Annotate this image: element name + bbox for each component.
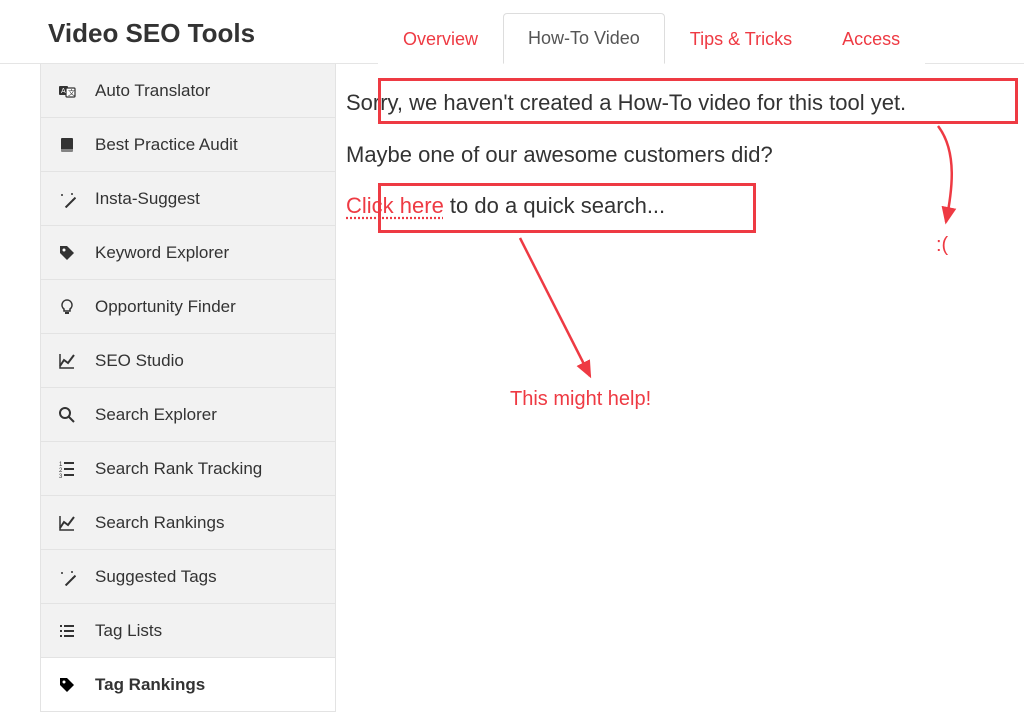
tab-access[interactable]: Access (817, 14, 925, 64)
message-line-1: Sorry, we haven't created a How-To video… (346, 88, 1014, 118)
tag-icon (57, 675, 77, 695)
lightbulb-icon (57, 297, 77, 317)
sidebar-item-suggested-tags[interactable]: Suggested Tags (40, 550, 336, 604)
list-icon (57, 621, 77, 641)
sidebar-item-seo-studio[interactable]: SEO Studio (40, 334, 336, 388)
chart-line-icon (57, 351, 77, 371)
sidebar-item-tag-rankings[interactable]: Tag Rankings (40, 658, 336, 712)
message-line-3-rest: to do a quick search... (444, 193, 665, 218)
sidebar-item-label: Auto Translator (95, 81, 210, 101)
sidebar-item-label: Tag Lists (95, 621, 162, 641)
sidebar-item-label: Suggested Tags (95, 567, 217, 587)
sidebar-item-label: Search Explorer (95, 405, 217, 425)
sidebar-item-search-rank-tracking[interactable]: Search Rank Tracking (40, 442, 336, 496)
sidebar-item-opportunity-finder[interactable]: Opportunity Finder (40, 280, 336, 334)
sidebar-item-search-rankings[interactable]: Search Rankings (40, 496, 336, 550)
tab-overview[interactable]: Overview (378, 14, 503, 64)
sidebar-item-keyword-explorer[interactable]: Keyword Explorer (40, 226, 336, 280)
message-line-3: Click here to do a quick search... (346, 191, 1014, 221)
sidebar-item-search-explorer[interactable]: Search Explorer (40, 388, 336, 442)
sidebar-item-auto-translator[interactable]: Auto Translator (40, 64, 336, 118)
book-icon (57, 135, 77, 155)
translate-icon (57, 81, 77, 101)
sidebar-item-best-practice-audit[interactable]: Best Practice Audit (40, 118, 336, 172)
tab-how-to-video[interactable]: How-To Video (503, 13, 665, 64)
sidebar-item-label: Opportunity Finder (95, 297, 236, 317)
message-line-2: Maybe one of our awesome customers did? (346, 140, 1014, 170)
sidebar-item-label: SEO Studio (95, 351, 184, 371)
sidebar-item-tag-lists[interactable]: Tag Lists (40, 604, 336, 658)
sidebar: Auto Translator Best Practice Audit Insta-… (0, 64, 336, 712)
sidebar-item-label: Best Practice Audit (95, 135, 238, 155)
sidebar-item-label: Search Rankings (95, 513, 224, 533)
sidebar-item-label: Search Rank Tracking (95, 459, 262, 479)
sidebar-item-insta-suggest[interactable]: Insta-Suggest (40, 172, 336, 226)
tabs: Overview How-To Video Tips & Tricks Acce… (378, 0, 925, 63)
sidebar-item-label: Insta-Suggest (95, 189, 200, 209)
page-title: Video SEO Tools (48, 18, 378, 63)
click-here-link[interactable]: Click here (346, 193, 444, 218)
tab-tips-tricks[interactable]: Tips & Tricks (665, 14, 817, 64)
search-icon (57, 405, 77, 425)
list-ordered-icon (57, 459, 77, 479)
wand-icon (57, 567, 77, 587)
sidebar-item-label: Keyword Explorer (95, 243, 229, 263)
sidebar-item-label: Tag Rankings (95, 675, 205, 695)
tag-icon (57, 243, 77, 263)
content-panel: Sorry, we haven't created a How-To video… (336, 64, 1024, 712)
chart-line-icon (57, 513, 77, 533)
wand-icon (57, 189, 77, 209)
